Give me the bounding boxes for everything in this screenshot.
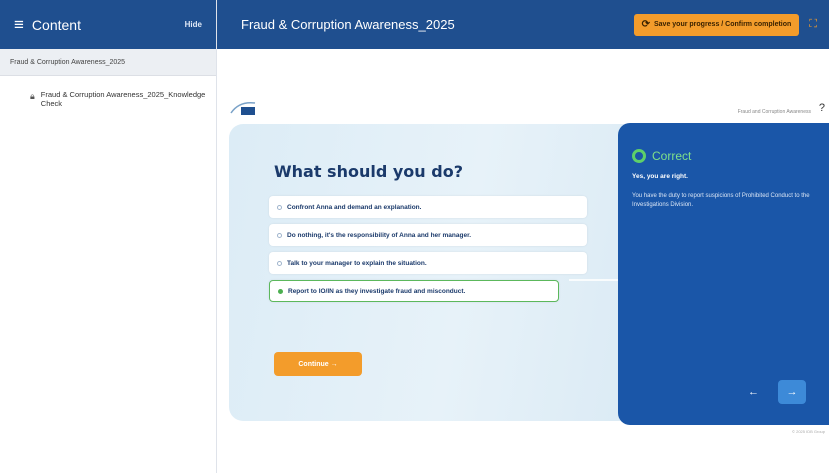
course-title: Fraud & Corruption Awareness_2025 [241, 17, 455, 32]
help-icon[interactable]: ? [819, 102, 825, 114]
radio-icon [277, 232, 282, 238]
option-label: Report to IO/IN as they investigate frau… [288, 287, 466, 295]
breadcrumb[interactable]: Fraud and Corruption Awareness [738, 109, 811, 115]
app-window: ≡ Content Hide Fraud & Corruption Awaren… [0, 0, 829, 473]
sidebar-course-label[interactable]: Fraud & Corruption Awareness_2025 [0, 49, 216, 76]
feedback-title: Correct [652, 149, 692, 163]
correct-icon [632, 149, 646, 163]
save-progress-label: Save your progress / Confirm completion [653, 21, 792, 28]
hide-sidebar-button[interactable]: Hide [185, 20, 202, 29]
course-logo [230, 101, 256, 115]
lock-icon: 🔒︎ [30, 91, 35, 101]
radio-icon [278, 288, 283, 294]
next-button[interactable]: → [778, 380, 806, 404]
option-label: Confront Anna and demand an explanation. [287, 203, 422, 211]
sidebar-item-knowledge-check[interactable]: 🔒︎ Fraud & Corruption Awareness_2025_Kno… [0, 76, 216, 108]
sidebar-title: Content [31, 16, 81, 33]
option-label: Do nothing, it's the responsibility of A… [287, 231, 472, 239]
radio-icon [277, 204, 282, 210]
fullscreen-icon[interactable]: ⛶ [809, 18, 817, 31]
feedback-body: You have the duty to report suspicions o… [632, 193, 810, 208]
feedback-subtitle: Yes, you are right. [632, 173, 688, 180]
answer-options: Confront Anna and demand an explanation.… [269, 196, 587, 308]
sidebar-item-label: Fraud & Corruption Awareness_2025_Knowle… [40, 90, 206, 108]
answer-option[interactable]: Talk to your manager to explain the situ… [269, 252, 587, 274]
refresh-icon: ⟳ [641, 19, 650, 30]
previous-arrow-icon[interactable]: ← [748, 386, 759, 398]
radio-icon [277, 260, 282, 266]
save-progress-button[interactable]: ⟳ Save your progress / Confirm completio… [633, 13, 800, 36]
feedback-header: Correct [632, 149, 815, 163]
menu-icon[interactable]: ≡ [14, 15, 24, 35]
answer-option[interactable]: Do nothing, it's the responsibility of A… [269, 224, 587, 246]
footer-note: © 2025 IDB Group [792, 429, 825, 434]
top-header: Fraud & Corruption Awareness_2025 ⟳ Save… [217, 0, 829, 49]
question-title: What should you do? [274, 162, 463, 181]
feedback-panel: Correct Yes, you are right. You have the… [618, 123, 829, 425]
option-label: Talk to your manager to explain the situ… [287, 259, 427, 267]
main-content: Fraud and Corruption Awareness ? What sh… [217, 49, 829, 473]
answer-option[interactable]: Confront Anna and demand an explanation. [269, 196, 587, 218]
sidebar-header: ≡ Content Hide [0, 0, 216, 49]
continue-button[interactable]: Continue → [274, 352, 362, 376]
sidebar: ≡ Content Hide Fraud & Corruption Awaren… [0, 0, 217, 473]
answer-option-selected[interactable]: Report to IO/IN as they investigate frau… [269, 280, 559, 302]
